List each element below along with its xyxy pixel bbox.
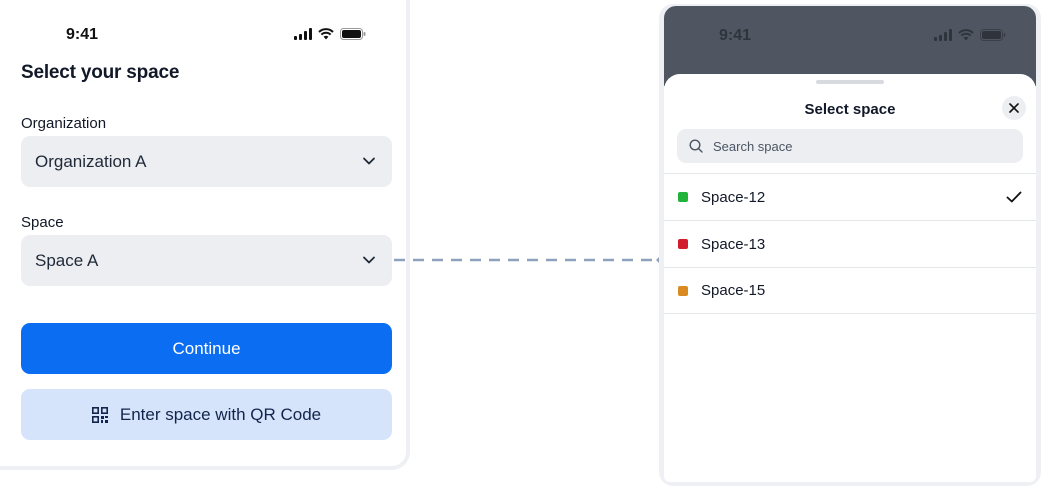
wifi-icon bbox=[958, 29, 974, 41]
search-input[interactable] bbox=[711, 137, 1005, 155]
search-icon bbox=[689, 139, 703, 153]
page-title: Select your space bbox=[21, 62, 180, 83]
status-dot-green bbox=[678, 192, 688, 202]
close-icon bbox=[1009, 103, 1019, 113]
sheet-grabber[interactable] bbox=[816, 80, 884, 84]
qr-code-icon bbox=[91, 406, 108, 423]
chevron-down-icon bbox=[363, 256, 375, 264]
continue-label: Continue bbox=[172, 338, 241, 358]
space-value: Space A bbox=[35, 250, 99, 270]
status-dot-red bbox=[678, 239, 688, 249]
status-dot-orange bbox=[678, 285, 688, 296]
status-time: 9:41 bbox=[719, 27, 752, 44]
right-phone-screen: 9:41 Select space Search space Space-12 … bbox=[659, 4, 1041, 486]
battery-icon bbox=[980, 29, 1006, 41]
close-button[interactable] bbox=[1002, 96, 1026, 120]
chevron-down-icon bbox=[363, 157, 375, 165]
list-item-space-13[interactable]: Space-13 bbox=[664, 220, 1036, 267]
status-icons bbox=[934, 29, 1006, 41]
space-label: Space bbox=[21, 214, 64, 231]
organization-label: Organization bbox=[21, 115, 107, 132]
wifi-icon bbox=[318, 28, 334, 40]
list-item-space-12[interactable]: Space-12 bbox=[664, 173, 1036, 220]
signal-icon bbox=[934, 29, 952, 41]
space-select[interactable]: Space A bbox=[21, 235, 392, 286]
signal-icon bbox=[294, 28, 312, 40]
continue-button[interactable]: Continue bbox=[21, 323, 392, 374]
search-field[interactable] bbox=[677, 129, 1023, 163]
organization-value: Organization A bbox=[35, 151, 147, 171]
qr-code-label: Enter space with QR Code bbox=[119, 404, 322, 424]
flow-connector bbox=[394, 254, 668, 266]
qr-code-button[interactable]: Enter space with QR Code bbox=[21, 389, 392, 440]
checkmark-icon bbox=[1006, 191, 1022, 203]
organization-select[interactable]: Organization A bbox=[21, 136, 392, 187]
status-bar: 9:41 bbox=[0, 22, 406, 46]
list-item-label: Space-13 bbox=[701, 235, 766, 253]
status-icons bbox=[294, 28, 366, 40]
left-phone-screen: 9:41 Select your space Organization Orga… bbox=[0, 0, 410, 470]
space-list: Space-12 Space-13 Space-15 bbox=[664, 173, 1036, 314]
sheet-title: Select space bbox=[804, 101, 896, 118]
list-item-space-15[interactable]: Space-15 bbox=[664, 267, 1036, 314]
status-time: 9:41 bbox=[66, 26, 99, 43]
list-item-label: Space-12 bbox=[701, 188, 766, 206]
list-item-label: Space-15 bbox=[701, 282, 766, 299]
select-space-sheet: Select space Space-12 Space- bbox=[664, 74, 1036, 482]
battery-icon bbox=[340, 28, 366, 40]
